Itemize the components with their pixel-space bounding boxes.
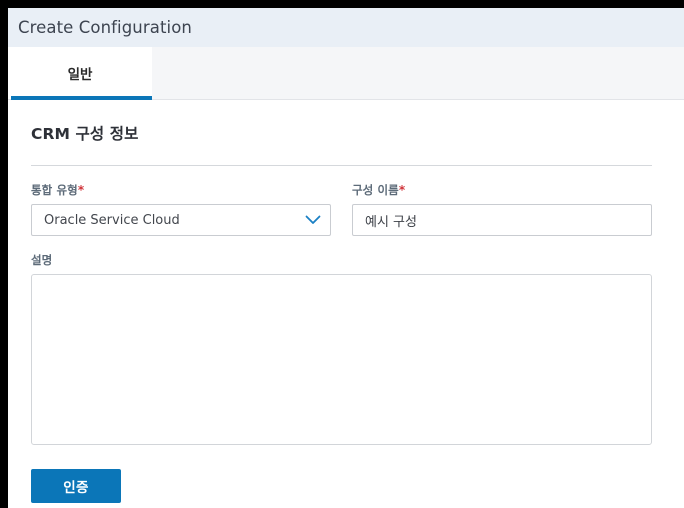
configuration-name-label: 구성 이름*: [352, 182, 652, 198]
authenticate-button[interactable]: 인증: [31, 469, 121, 503]
required-asterisk: *: [398, 183, 406, 197]
configuration-name-input[interactable]: [352, 204, 652, 236]
description-textarea[interactable]: [31, 274, 652, 445]
required-asterisk: *: [77, 183, 85, 197]
create-configuration-window: Create Configuration 일반 CRM 구성 정보 통합 유형*…: [8, 8, 684, 508]
window-title-bar: Create Configuration: [8, 8, 684, 47]
field-integration-type: 통합 유형* Oracle Service Cloud: [31, 182, 331, 236]
integration-type-label-text: 통합 유형: [31, 183, 78, 197]
page-title: Create Configuration: [18, 18, 192, 37]
integration-type-select-wrap: Oracle Service Cloud: [31, 204, 331, 236]
section-heading: CRM 구성 정보: [31, 125, 139, 143]
description-label: 설명: [31, 253, 53, 267]
field-description: 설명: [31, 252, 652, 445]
integration-type-select[interactable]: Oracle Service Cloud: [31, 204, 331, 236]
form-actions: 인증: [31, 469, 661, 503]
field-row-top: 통합 유형* Oracle Service Cloud 구성 이름*: [31, 182, 661, 236]
configuration-form: CRM 구성 정보 통합 유형* Oracle Service Cloud 구성…: [8, 100, 684, 508]
configuration-name-label-text: 구성 이름: [352, 183, 399, 197]
integration-type-value: Oracle Service Cloud: [44, 212, 180, 228]
section-divider: [31, 165, 652, 166]
tab-general[interactable]: 일반: [8, 47, 152, 100]
integration-type-label: 통합 유형*: [31, 182, 331, 198]
field-configuration-name: 구성 이름*: [352, 182, 652, 236]
tab-bar: 일반: [8, 47, 684, 100]
tab-general-label: 일반: [67, 67, 93, 83]
